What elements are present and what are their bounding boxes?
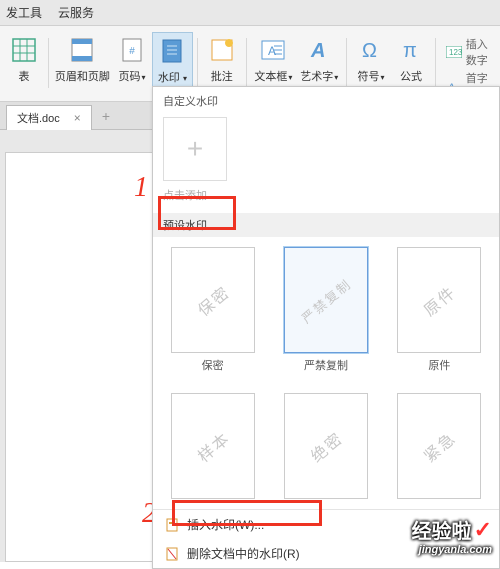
table-icon xyxy=(10,36,38,64)
chevron-down-icon: ▾ xyxy=(141,73,145,82)
preset-item[interactable]: 样本 xyxy=(163,393,262,499)
chevron-down-icon: ▾ xyxy=(181,74,187,83)
preset-item[interactable]: 严禁复制 严禁复制 xyxy=(276,247,375,373)
insert-number-button[interactable]: 123 插入数字 xyxy=(446,36,496,68)
document-tab-label: 文档.doc xyxy=(17,110,60,126)
insert-icon xyxy=(165,518,179,532)
add-tab-button[interactable]: + xyxy=(102,108,110,124)
separator xyxy=(197,38,198,88)
brand-watermark: 经验啦 ✓ jingyanla.com xyxy=(412,515,492,556)
custom-watermark-title: 自定义水印 xyxy=(163,93,489,109)
svg-text:123: 123 xyxy=(449,48,462,57)
separator xyxy=(48,38,49,88)
preset-grid-row1: 保密 保密 严禁复制 严禁复制 原件 原件 xyxy=(153,237,499,383)
chevron-down-icon: ▾ xyxy=(288,73,292,82)
page-number-icon: # xyxy=(118,36,146,64)
annotation-number-1: 1 xyxy=(134,172,148,204)
add-watermark-tile[interactable]: + xyxy=(163,117,227,181)
header-footer-button[interactable]: 页眉和页脚 xyxy=(53,32,112,96)
separator xyxy=(346,38,347,88)
svg-text:#: # xyxy=(129,46,135,57)
comment-icon xyxy=(208,36,236,64)
preset-item[interactable]: 原件 原件 xyxy=(390,247,489,373)
header-footer-icon xyxy=(68,36,96,64)
menu-cloud[interactable]: 云服务 xyxy=(58,4,94,21)
omega-icon: Ω xyxy=(357,36,385,64)
preset-grid-row2: 样本 绝密 紧急 xyxy=(153,383,499,509)
preset-item[interactable]: 绝密 xyxy=(276,393,375,499)
check-icon: ✓ xyxy=(474,517,492,543)
preset-item[interactable]: 保密 保密 xyxy=(163,247,262,373)
wordart-icon: A xyxy=(305,36,333,64)
separator xyxy=(246,38,247,88)
svg-text:Ω: Ω xyxy=(362,40,377,62)
preset-section-title: 预设水印 xyxy=(153,213,499,237)
page-number-button[interactable]: # 页码▾ xyxy=(112,32,152,96)
textbox-icon: A xyxy=(259,36,287,64)
chevron-down-icon: ▾ xyxy=(334,73,338,82)
separator xyxy=(435,38,436,88)
preset-item[interactable]: 紧急 xyxy=(390,393,489,499)
table-button[interactable]: 表 xyxy=(4,32,44,96)
chevron-down-icon: ▾ xyxy=(380,73,384,82)
watermark-icon xyxy=(158,37,186,65)
close-icon[interactable]: × xyxy=(74,111,81,125)
document-tab[interactable]: 文档.doc × xyxy=(6,105,92,131)
menu-dev-tools[interactable]: 发工具 xyxy=(6,4,42,21)
remove-icon xyxy=(165,547,179,561)
pi-icon: π xyxy=(397,36,425,64)
svg-text:A: A xyxy=(310,40,325,62)
add-caption: 点击添加 xyxy=(163,187,489,203)
plus-icon: + xyxy=(187,133,203,165)
svg-text:π: π xyxy=(403,40,417,62)
menu-bar: 发工具 云服务 xyxy=(0,0,500,26)
number-icon: 123 xyxy=(446,46,462,58)
watermark-dropdown: 自定义水印 + 点击添加 预设水印 保密 保密 严禁复制 严禁复制 原件 原件 … xyxy=(152,86,500,569)
